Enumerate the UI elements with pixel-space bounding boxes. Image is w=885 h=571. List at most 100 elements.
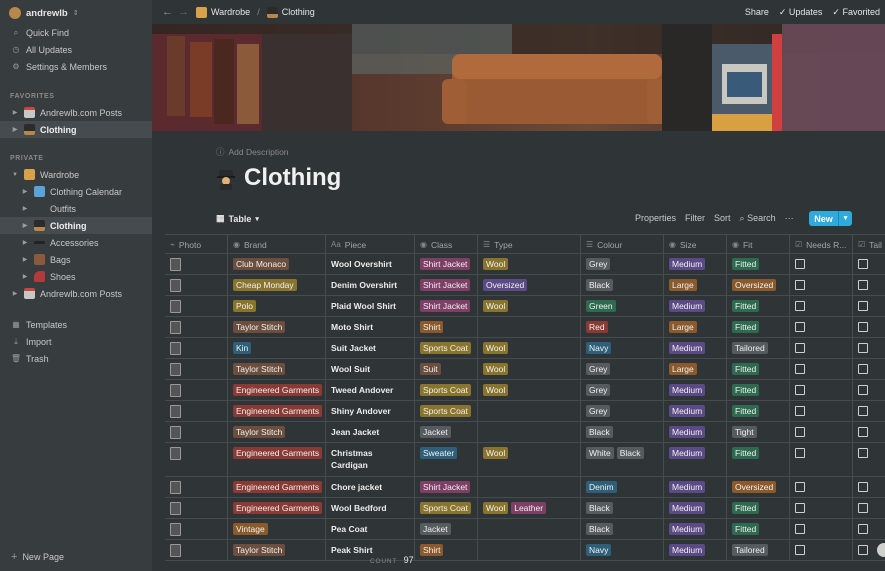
checkbox[interactable] xyxy=(858,427,868,437)
cell-tail[interactable] xyxy=(853,477,885,497)
cell-type[interactable]: Wool xyxy=(478,296,581,316)
cell-tail[interactable] xyxy=(853,296,885,316)
option-tag[interactable]: Medium xyxy=(669,258,706,270)
cell-brand[interactable]: Engineered Garments xyxy=(228,443,326,476)
breadcrumb-parent[interactable]: Wardrobe xyxy=(211,7,250,17)
piece-name[interactable]: Plaid Wool Shirt xyxy=(331,300,409,312)
option-tag[interactable]: Engineered Garments xyxy=(233,384,323,396)
option-tag[interactable]: Medium xyxy=(669,544,706,556)
cell-photo[interactable] xyxy=(165,443,228,476)
checkbox[interactable] xyxy=(795,322,805,332)
option-tag[interactable]: Fitted xyxy=(732,384,760,396)
share-button[interactable]: Share xyxy=(745,7,769,17)
option-tag[interactable]: Oversized xyxy=(732,481,777,493)
checkbox[interactable] xyxy=(795,364,805,374)
option-tag[interactable]: Medium xyxy=(669,502,706,514)
cell-tail[interactable] xyxy=(853,401,885,421)
option-tag[interactable]: Fitted xyxy=(732,321,760,333)
cell-piece[interactable]: Christmas Cardigan xyxy=(326,443,415,476)
cell-tail[interactable] xyxy=(853,443,885,476)
cell-fit[interactable]: Tailored xyxy=(727,540,790,560)
cell-piece[interactable]: Plaid Wool Shirt xyxy=(326,296,415,316)
cell-photo[interactable] xyxy=(165,477,228,497)
checkbox[interactable] xyxy=(858,545,868,555)
properties-button[interactable]: Properties xyxy=(635,213,676,224)
cell-piece[interactable]: Wool Overshirt xyxy=(326,254,415,274)
cell-brand[interactable]: Engineered Garments xyxy=(228,380,326,400)
option-tag[interactable]: Wool xyxy=(483,342,509,354)
table-row[interactable]: Taylor Stitch Peak Shirt Shirt Navy Medium Ta… xyxy=(165,540,885,561)
sidebar-item-clothing[interactable]: ▶ Clothing xyxy=(0,217,152,234)
column-header-type[interactable]: ☰ Type xyxy=(478,235,581,254)
option-tag[interactable]: Sports Coat xyxy=(420,342,471,354)
cell-colour[interactable]: Grey xyxy=(581,380,664,400)
sidebar-trash[interactable]: 🗑 Trash xyxy=(0,350,152,367)
cell-class[interactable]: Shirt xyxy=(415,317,478,337)
detective-icon[interactable] xyxy=(216,168,236,190)
cell-brand[interactable]: Taylor Stitch xyxy=(228,317,326,337)
option-tag[interactable]: Denim xyxy=(586,481,617,493)
checkbox[interactable] xyxy=(795,448,805,458)
cell-needs[interactable] xyxy=(790,443,853,476)
photo-thumbnail[interactable] xyxy=(170,426,181,439)
forward-arrow-icon[interactable]: → xyxy=(178,6,192,18)
cell-colour[interactable]: Denim xyxy=(581,477,664,497)
checkbox[interactable] xyxy=(795,482,805,492)
photo-thumbnail[interactable] xyxy=(170,523,181,536)
photo-thumbnail[interactable] xyxy=(170,258,181,271)
option-tag[interactable]: Black xyxy=(586,426,613,438)
page-title[interactable]: Clothing xyxy=(244,164,341,192)
cell-class[interactable]: Shirt Jacket xyxy=(415,275,478,295)
cell-fit[interactable]: Tight xyxy=(727,422,790,442)
piece-name[interactable]: Shiny Andover xyxy=(331,405,409,417)
checkbox[interactable] xyxy=(858,280,868,290)
cell-brand[interactable]: Taylor Stitch xyxy=(228,359,326,379)
cell-fit[interactable]: Fitted xyxy=(727,380,790,400)
sidebar-item-clothing-calendar[interactable]: ▶ Clothing Calendar xyxy=(0,183,152,200)
table-row[interactable]: Cheap Monday Denim Overshirt Shirt Jacket O… xyxy=(165,275,885,296)
triangle-right-icon[interactable]: ▶ xyxy=(21,205,29,212)
cell-brand[interactable]: Engineered Garments xyxy=(228,498,326,518)
cell-brand[interactable]: Taylor Stitch xyxy=(228,540,326,560)
cell-piece[interactable]: Pea Coat xyxy=(326,519,415,539)
column-header-class[interactable]: ◉ Class xyxy=(415,235,478,254)
checkbox[interactable] xyxy=(795,280,805,290)
option-tag[interactable]: Taylor Stitch xyxy=(233,426,286,438)
cell-colour[interactable]: White Black xyxy=(581,443,664,476)
photo-thumbnail[interactable] xyxy=(170,321,181,334)
cell-piece[interactable]: Suit Jacket xyxy=(326,338,415,358)
cell-photo[interactable] xyxy=(165,317,228,337)
sidebar-item-shoes[interactable]: ▶ Shoes xyxy=(0,268,152,285)
option-tag[interactable]: Fitted xyxy=(732,363,760,375)
option-tag[interactable]: Shirt Jacket xyxy=(420,481,471,493)
option-tag[interactable]: Black xyxy=(586,523,613,535)
table-row[interactable]: Polo Plaid Wool Shirt Shirt Jacket Wool Gree… xyxy=(165,296,885,317)
option-tag[interactable]: Large xyxy=(669,279,697,291)
option-tag[interactable]: Cheap Monday xyxy=(233,279,297,291)
cell-fit[interactable]: Fitted xyxy=(727,401,790,421)
cell-needs[interactable] xyxy=(790,317,853,337)
cell-class[interactable]: Sweater xyxy=(415,443,478,476)
piece-name[interactable]: Christmas Cardigan xyxy=(331,447,409,471)
cell-photo[interactable] xyxy=(165,498,228,518)
cell-piece[interactable]: Wool Bedford xyxy=(326,498,415,518)
column-header-colour[interactable]: ☰ Colour xyxy=(581,235,664,254)
table-row[interactable]: Engineered Garments Christmas Cardigan Swe… xyxy=(165,443,885,477)
cell-fit[interactable]: Oversized xyxy=(727,275,790,295)
photo-thumbnail[interactable] xyxy=(170,502,181,515)
cell-fit[interactable]: Fitted xyxy=(727,498,790,518)
cell-size[interactable]: Large xyxy=(664,359,727,379)
cell-brand[interactable]: Engineered Garments xyxy=(228,401,326,421)
cell-photo[interactable] xyxy=(165,338,228,358)
photo-thumbnail[interactable] xyxy=(170,363,181,376)
checkbox[interactable] xyxy=(795,524,805,534)
cell-colour[interactable]: Black xyxy=(581,422,664,442)
cell-size[interactable]: Medium xyxy=(664,380,727,400)
cell-piece[interactable]: Tweed Andover xyxy=(326,380,415,400)
option-tag[interactable]: Fitted xyxy=(732,502,760,514)
cell-piece[interactable]: Chore jacket xyxy=(326,477,415,497)
option-tag[interactable]: Wool xyxy=(483,384,509,396)
cell-needs[interactable] xyxy=(790,401,853,421)
sidebar-item-bags[interactable]: ▶ Bags xyxy=(0,251,152,268)
column-header-size[interactable]: ◉ Size xyxy=(664,235,727,254)
